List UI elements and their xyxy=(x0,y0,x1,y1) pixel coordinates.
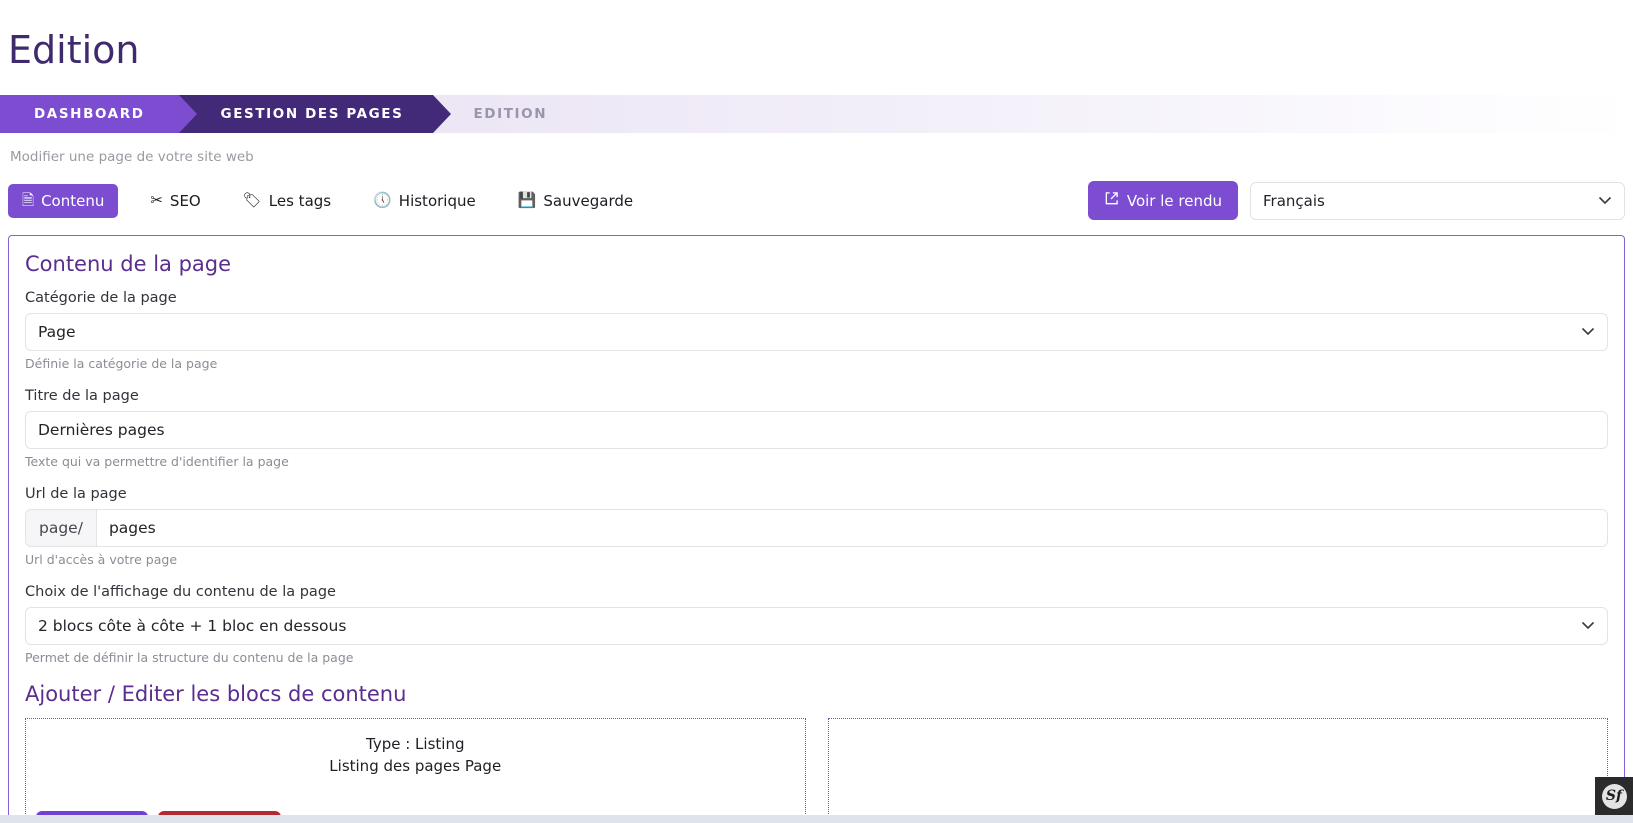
tab-label: Historique xyxy=(398,191,476,210)
breadcrumb-item-dashboard[interactable]: DASHBOARD xyxy=(0,94,197,133)
floppy-disk-icon: 💾 xyxy=(517,191,537,210)
layout-select[interactable]: 2 blocs côte à côte + 1 bloc en dessous xyxy=(25,606,1608,645)
category-select-value: Page xyxy=(38,322,76,341)
url-input[interactable] xyxy=(96,509,1607,546)
card-title: Contenu de la page xyxy=(25,251,232,276)
category-select[interactable]: Page xyxy=(25,312,1608,351)
url-field-label: Url de la page xyxy=(25,485,127,502)
language-select[interactable]: Français xyxy=(1250,181,1625,220)
document-icon: 🗎 xyxy=(22,191,35,210)
debug-toolbar-strip xyxy=(0,815,1633,823)
tab-label: Les tags xyxy=(268,191,332,210)
breadcrumb-label: GESTION DES PAGES xyxy=(220,105,404,122)
title-field-help: Texte qui va permettre d'identifier la p… xyxy=(25,453,289,469)
symfony-logo-icon: Sf xyxy=(1601,783,1627,809)
page-title: Edition xyxy=(8,28,140,73)
view-render-label: Voir le rendu xyxy=(1126,191,1222,210)
tab-label: Sauvegarde xyxy=(543,191,634,210)
language-select-value: Français xyxy=(1263,191,1325,210)
tab-label: SEO xyxy=(169,191,201,210)
editor-toolbar: 🗎 Contenu ✂ SEO 🏷 Les tags 🕔 Historique … xyxy=(0,181,1633,221)
tab-sauvegarde[interactable]: 💾 Sauvegarde xyxy=(504,184,647,218)
tab-les-tags[interactable]: 🏷 Les tags xyxy=(229,184,345,218)
category-field-help: Définie la catégorie de la page xyxy=(25,355,218,371)
tab-historique[interactable]: 🕔 Historique xyxy=(359,184,490,218)
symfony-debug-badge[interactable]: Sf xyxy=(1595,777,1633,815)
title-input-wrapper[interactable] xyxy=(25,410,1608,449)
page-subtitle: Modifier une page de votre site web xyxy=(10,148,254,165)
tab-seo[interactable]: ✂ SEO xyxy=(136,184,214,218)
breadcrumb-item-gestion-des-pages[interactable]: GESTION DES PAGES xyxy=(178,94,452,133)
toolbar-right-group: Voir le rendu Français xyxy=(1087,181,1625,221)
chevron-down-icon xyxy=(1581,326,1595,338)
url-prefix: page/ xyxy=(26,509,97,546)
tab-contenu[interactable]: 🗎 Contenu xyxy=(8,183,119,218)
url-input-group: page/ xyxy=(25,508,1608,547)
editor-tabs: 🗎 Contenu ✂ SEO 🏷 Les tags 🕔 Historique … xyxy=(8,183,661,218)
content-blocks-row: Type : Listing Listing des pages Page Dé… xyxy=(25,717,1608,823)
title-field-label: Titre de la page xyxy=(25,387,139,404)
tag-icon: 🏷 xyxy=(242,191,262,210)
layout-select-value: 2 blocs côte à côte + 1 bloc en dessous xyxy=(38,616,347,635)
tab-label: Contenu xyxy=(41,191,105,210)
external-link-icon xyxy=(1104,191,1119,210)
chevron-down-icon xyxy=(1581,620,1595,632)
layout-field-help: Permet de définir la structure du conten… xyxy=(25,649,354,665)
block-type: Type : Listing xyxy=(366,734,465,753)
breadcrumb: DASHBOARD GESTION DES PAGES EDITION xyxy=(0,94,1633,133)
clock-icon: 🕔 xyxy=(373,191,392,210)
blocks-section-title: Ajouter / Editer les blocs de contenu xyxy=(25,681,407,706)
url-field-help: Url d'accès à votre page xyxy=(25,551,178,567)
chevron-down-icon xyxy=(1598,195,1612,207)
app-page: Edition DASHBOARD GESTION DES PAGES EDIT… xyxy=(0,0,1633,823)
category-field-label: Catégorie de la page xyxy=(25,289,177,306)
content-block[interactable]: Type : Listing Listing des pages Page Dé… xyxy=(25,717,806,823)
breadcrumb-item-edition: EDITION xyxy=(433,95,567,133)
view-render-button[interactable]: Voir le rendu xyxy=(1087,181,1238,221)
breadcrumb-label: EDITION xyxy=(473,105,548,122)
block-description: Listing des pages Page xyxy=(329,757,502,776)
title-input[interactable] xyxy=(38,420,1595,439)
page-content-card: Contenu de la page Catégorie de la page … xyxy=(8,234,1625,823)
scissors-icon: ✂ xyxy=(150,191,163,210)
breadcrumb-label: DASHBOARD xyxy=(34,105,145,122)
layout-field-label: Choix de l'affichage du contenu de la pa… xyxy=(25,583,336,600)
content-block-empty[interactable] xyxy=(827,717,1608,823)
